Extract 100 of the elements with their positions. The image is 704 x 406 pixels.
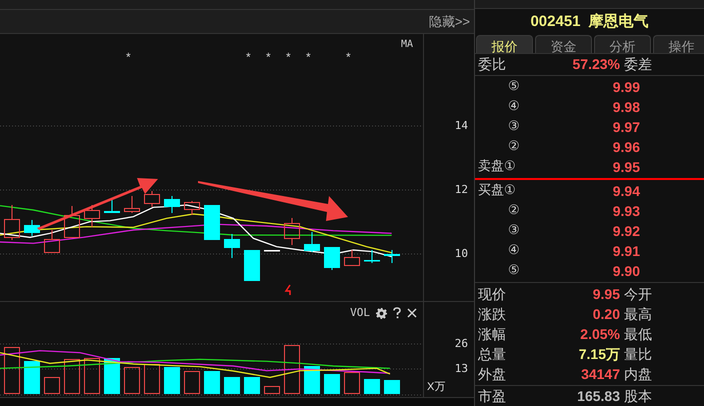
tab[interactable]: 资金 [535,35,592,54]
field-label: 最高 [623,304,652,324]
marker-icon [284,284,291,295]
candlestick [164,196,180,214]
candlestick [264,250,280,252]
candlestick [64,206,80,238]
asterisk-mark: * [286,49,291,66]
stock-code: 002451 [530,12,581,32]
price-value: 9.91 [612,242,640,260]
field-label: 内盘 [623,364,652,384]
candlestick [324,247,340,270]
candlestick [24,220,40,236]
candlestick [84,204,100,228]
indicator-label: VOL [350,305,370,321]
price-value: 9.96 [612,138,640,156]
candlestick [384,250,400,264]
axis-label: 14 [454,118,468,134]
candlestick [344,250,360,266]
candlestick [184,200,200,216]
asterisk-mark: * [246,49,251,66]
volume-bar [364,379,380,394]
candlestick [144,190,160,208]
level-label: ② [507,202,521,220]
level-label: 买盘① [477,182,517,200]
candlestick [224,234,240,258]
level-label: ③ [507,118,521,136]
volume-bar [144,364,160,394]
tab[interactable]: 报价 [476,35,533,54]
field-value: 34147 [580,364,620,384]
field-value: 57.23% [572,55,620,74]
field-value: 2.05% [579,324,620,344]
volume-bar [84,358,100,394]
gear-icon[interactable] [376,308,387,319]
asterisk-mark: * [266,49,271,66]
candlestick [4,204,20,240]
volume-bar [44,377,60,394]
level-label: ② [507,138,521,156]
volume-bar [4,347,20,394]
axis-label: 26 [454,336,468,352]
volume-bar [164,367,180,394]
field-label: 股本 [623,386,652,406]
unit-label: X万 [427,380,446,394]
volume-bar [104,358,120,394]
help-icon[interactable] [393,307,401,320]
price-value: 9.94 [612,182,640,200]
level-label: ④ [507,98,521,116]
tab[interactable]: 操作 [653,35,704,54]
asterisk-mark: * [346,49,351,66]
candlestick [364,250,380,264]
price-value: 9.90 [612,262,640,280]
candlestick [284,218,300,246]
candlestick [244,250,260,281]
volume-bar [264,386,280,394]
field-label: 总量 [477,344,507,364]
asterisk-mark: * [306,49,311,66]
tab[interactable]: 分析 [594,35,651,54]
price-value: 9.99 [612,78,640,96]
candlestick [124,196,140,214]
volume-bar [284,345,300,394]
field-value: 0.20 [592,304,620,324]
field-label: 外盘 [477,364,507,384]
volume-bar [224,377,240,394]
volume-bar [244,377,260,394]
level-label: ⑤ [507,262,521,280]
volume-bar [184,371,200,394]
field-value: 7.15万 [578,344,620,364]
field-value: 9.95 [592,284,620,304]
candlestick [104,200,120,213]
field-label: 委差 [623,55,652,74]
level-label: ④ [507,242,521,260]
level-label: ⑤ [507,78,521,96]
volume-bar [324,374,340,394]
level-label: ③ [507,222,521,240]
price-value: 9.97 [612,118,640,136]
price-value: 9.92 [612,222,640,240]
axis-label: 13 [454,361,468,377]
volume-bar [124,367,140,394]
volume-bar [344,372,360,394]
asterisk-mark: * [126,49,131,66]
candlestick [204,205,220,240]
price-value: 9.95 [612,158,640,176]
field-label: 委比 [477,55,507,74]
hide-button[interactable]: 隐藏>> [428,12,470,32]
volume-bar [24,361,40,394]
close-icon[interactable] [407,308,417,318]
field-label: 量比 [623,344,652,364]
axis-label: 10 [454,246,468,262]
price-value: 9.98 [612,98,640,116]
volume-bar [204,371,220,394]
volume-bar [384,380,400,394]
field-label: 今开 [623,284,652,304]
indicator-label: MA [400,38,413,52]
field-label: 涨跌 [477,304,507,324]
field-label: 市盈 [477,386,507,406]
field-label: 最低 [623,324,652,344]
field-label: 现价 [477,284,507,304]
price-value: 9.93 [612,202,640,220]
candlestick [304,232,320,252]
axis-label: 12 [454,182,468,198]
volume-bar [64,359,80,394]
